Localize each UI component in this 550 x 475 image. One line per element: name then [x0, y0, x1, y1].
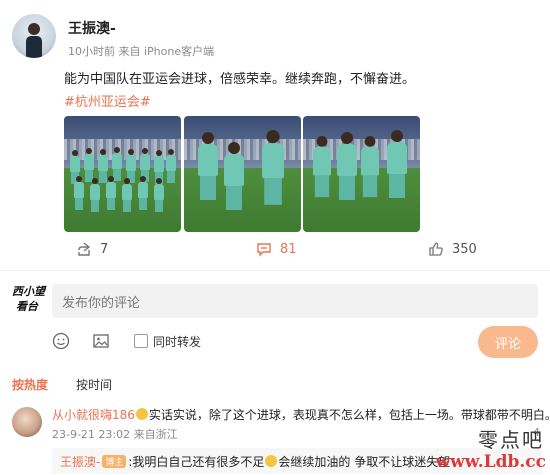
- repost-checkbox[interactable]: [134, 334, 148, 348]
- watermark-url: www.Ldb.cc: [435, 452, 546, 472]
- post-meta: 10小时前 来自 iPhone客户端: [68, 45, 215, 58]
- like-count: 350: [452, 241, 477, 257]
- composer-toolbar: 同时转发: [0, 332, 550, 352]
- commenter-name[interactable]: 从小就很嗨186: [52, 408, 135, 422]
- reply-author[interactable]: 王振澳-: [60, 455, 100, 469]
- avatar-figure: [26, 23, 42, 58]
- repost-checkbox-label: 同时转发: [153, 335, 202, 349]
- like-button[interactable]: 350: [428, 238, 477, 260]
- comment-body: 从小就很嗨186 实话实说，除了这个进球，表现真不怎么样，包括上一场。带球都带不明…: [52, 406, 550, 423]
- watermark-title: 零点吧: [478, 428, 544, 452]
- image-icon: [93, 334, 109, 348]
- repost-count: 7: [100, 241, 109, 257]
- post-text: 能为中国队在亚运会进球，倍感荣幸。继续奔跑，不懈奋进。: [64, 72, 416, 87]
- comment-input[interactable]: 发布你的评论: [52, 284, 538, 318]
- emoji-icon: [52, 332, 70, 350]
- repost-icon: [78, 242, 91, 256]
- brand-logo: 西小望 看台: [12, 285, 45, 313]
- sort-tabs: 按热度 按时间: [12, 376, 312, 396]
- site-watermark: 零点吧 www.Ldb.cc: [424, 424, 550, 475]
- post-header: 王振澳- 10小时前 来自 iPhone客户端: [12, 14, 532, 60]
- author-badge: 博主: [102, 455, 127, 468]
- hashtag-link[interactable]: #杭州亚运会#: [64, 91, 151, 110]
- emoji-button[interactable]: [52, 332, 70, 354]
- section-divider: [0, 270, 550, 271]
- celebration-photo-1[interactable]: [184, 116, 301, 232]
- post-action-bar: 7 81 350: [0, 238, 550, 260]
- author-avatar[interactable]: [12, 14, 56, 58]
- commenter-avatar[interactable]: [12, 407, 42, 437]
- emoji-icon: [135, 408, 148, 420]
- comment-button[interactable]: 81: [256, 238, 297, 260]
- comment-icon: [257, 243, 271, 257]
- emoji-icon: [265, 455, 278, 467]
- repost-button[interactable]: 7: [76, 238, 108, 260]
- image-button[interactable]: [92, 332, 110, 354]
- team-lineup-photo[interactable]: [64, 116, 181, 232]
- author-name[interactable]: 王振澳-: [68, 18, 116, 38]
- reply-text-1: :我明白自己还有很多不足: [128, 455, 265, 469]
- comment-count: 81: [280, 241, 297, 257]
- comment-meta: 23-9-21 23:02 来自浙江: [52, 428, 178, 441]
- tab-by-popularity[interactable]: 按热度: [12, 376, 48, 393]
- comment-text: 实话实说，除了这个进球，表现真不怎么样，包括上一场。带球都带不明白。: [148, 408, 550, 422]
- celebration-photo-2[interactable]: [303, 116, 420, 232]
- thumbs-up-icon: [429, 242, 443, 256]
- tab-by-time[interactable]: 按时间: [76, 376, 112, 393]
- submit-comment-button[interactable]: 评论: [478, 326, 538, 358]
